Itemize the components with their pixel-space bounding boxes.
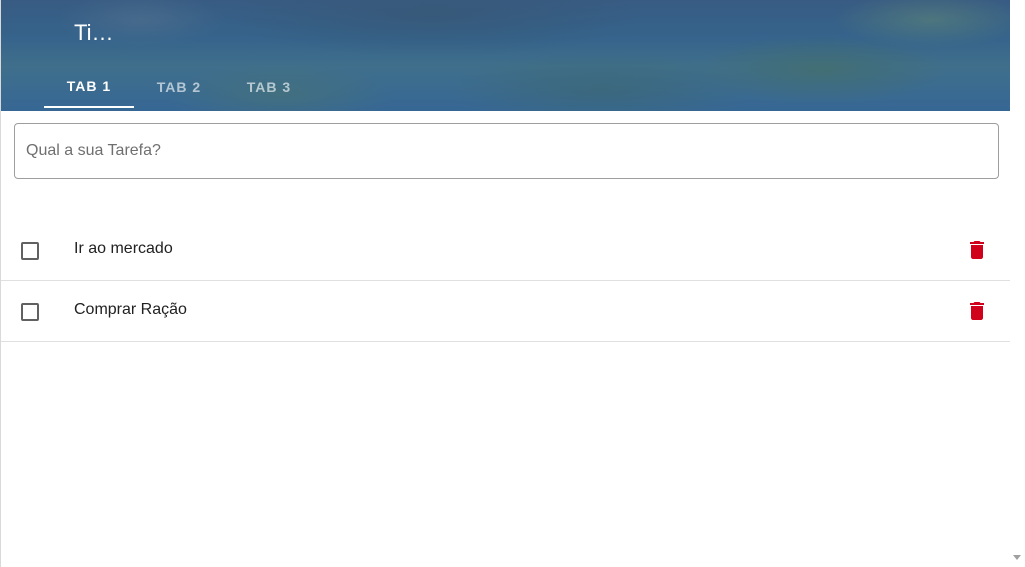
task-checkbox[interactable] xyxy=(21,242,39,260)
header-toolbar: Ti… TAB 1 TAB 2 TAB 3 xyxy=(1,0,1010,111)
tab-3-label: TAB 3 xyxy=(246,79,292,95)
list-item: Ir ao mercado xyxy=(1,220,1010,281)
task-label: Comprar Ração xyxy=(74,301,187,318)
trash-icon xyxy=(970,302,984,320)
page-title: Ti… xyxy=(74,20,114,45)
list-item: Comprar Ração xyxy=(1,281,1010,342)
tab-1[interactable]: TAB 1 xyxy=(44,66,134,108)
tab-2[interactable]: TAB 2 xyxy=(134,66,224,108)
trash-icon xyxy=(970,241,984,259)
task-input[interactable] xyxy=(14,123,999,179)
task-label: Ir ao mercado xyxy=(74,240,173,257)
app-window: Ti… TAB 1 TAB 2 TAB 3 Ir ao mercado xyxy=(0,0,1010,567)
scroll-down-arrow-icon[interactable] xyxy=(1013,555,1021,560)
tab-bar: TAB 1 TAB 2 TAB 3 xyxy=(44,66,314,111)
tab-1-label: TAB 1 xyxy=(66,78,112,94)
tab-2-label: TAB 2 xyxy=(156,79,202,95)
delete-button[interactable] xyxy=(965,299,989,323)
tab-3[interactable]: TAB 3 xyxy=(224,66,314,108)
delete-button[interactable] xyxy=(965,238,989,262)
task-list: Ir ao mercado Comprar Ração xyxy=(1,220,1010,342)
task-checkbox[interactable] xyxy=(21,303,39,321)
